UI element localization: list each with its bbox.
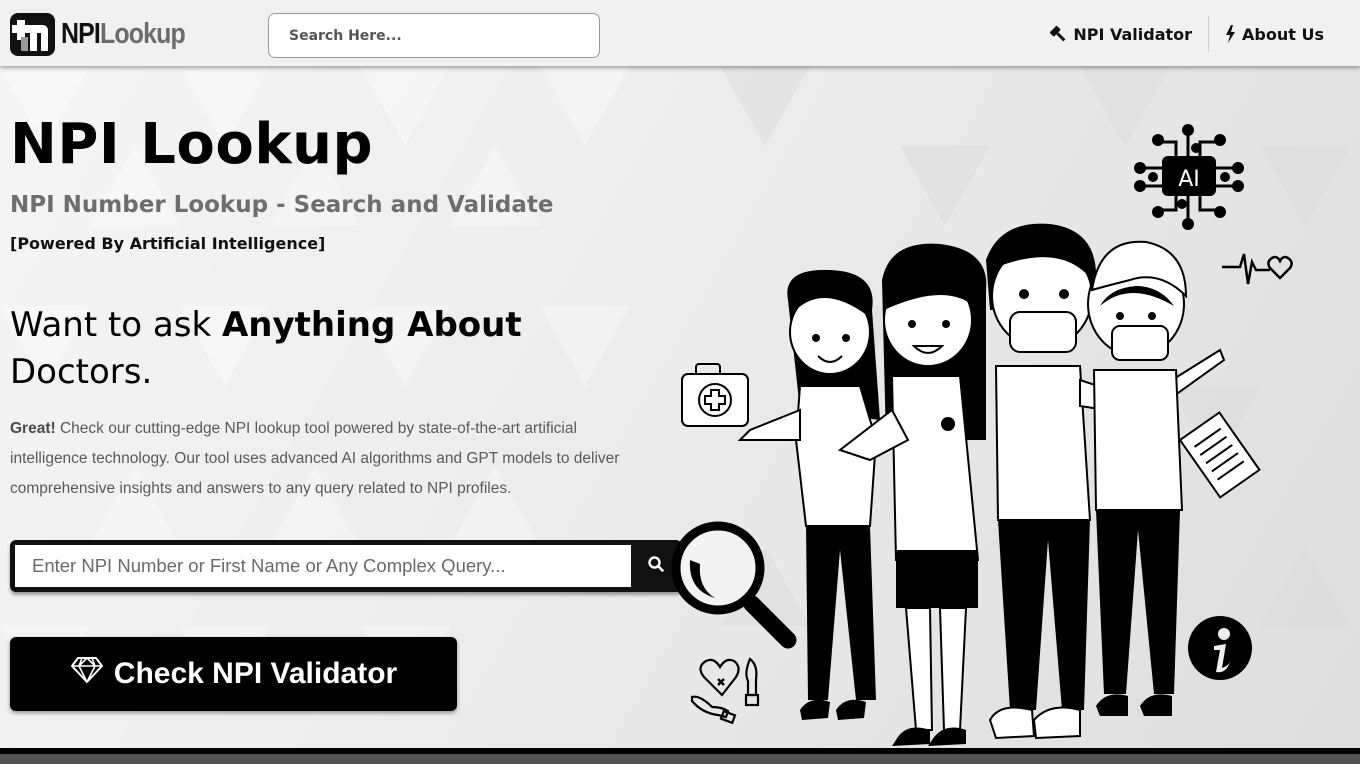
header-search-input[interactable]	[268, 13, 600, 58]
query-search-box	[10, 540, 682, 592]
ask-heading: Want to ask Anything About Doctors.	[10, 302, 522, 396]
svg-text:AI: AI	[1178, 167, 1200, 192]
ask-bold: Anything About	[221, 305, 522, 345]
nav-npi-validator-label: NPI Validator	[1073, 24, 1193, 44]
gavel-icon	[1049, 25, 1067, 43]
nav-about-us-label: About Us	[1242, 24, 1324, 44]
bolt-icon	[1225, 25, 1236, 43]
ask-suffix: Doctors.	[10, 352, 153, 392]
doctors-illustration: AI	[660, 110, 1360, 750]
check-npi-validator-label: Check NPI Validator	[113, 657, 398, 690]
main-nav: NPI Validator About Us	[1033, 16, 1340, 52]
magnifier-icon	[671, 521, 797, 649]
diamond-icon	[70, 656, 104, 692]
powered-by-label: [Powered By Artificial Intelligence]	[10, 234, 326, 253]
hero-description: Great! Check our cutting-edge NPI lookup…	[10, 414, 650, 504]
check-npi-validator-button[interactable]: Check NPI Validator	[10, 637, 457, 711]
heart-hands-icon	[690, 657, 760, 725]
logo-wordmark: NPILookup	[61, 17, 186, 51]
nav-about-us[interactable]: About Us	[1209, 25, 1340, 44]
info-icon	[1188, 616, 1252, 680]
logo-text-npi: NPI	[61, 17, 101, 50]
desc-body: Check our cutting-edge NPI lookup tool p…	[10, 420, 620, 497]
ai-chip-icon: AI	[1134, 124, 1244, 230]
clipboard-icon	[1178, 411, 1261, 499]
logo-icon	[10, 12, 55, 56]
footer-bar	[0, 748, 1360, 764]
query-input[interactable]	[15, 545, 631, 587]
site-logo[interactable]: NPILookup	[10, 12, 205, 56]
doctors-group	[681, 223, 1261, 746]
doctor-figure	[681, 269, 880, 720]
top-navbar: NPILookup NPI Validator About	[0, 0, 1360, 66]
ask-prefix: Want to ask	[10, 305, 222, 345]
desc-lead: Great!	[10, 420, 56, 437]
page-title: NPI Lookup	[10, 112, 374, 177]
first-aid-kit-icon	[681, 363, 749, 427]
logo-text-lookup: Lookup	[99, 17, 186, 50]
heartbeat-icon	[1222, 253, 1293, 285]
nav-npi-validator[interactable]: NPI Validator	[1033, 25, 1208, 44]
page-subtitle: NPI Number Lookup - Search and Validate	[10, 192, 554, 218]
